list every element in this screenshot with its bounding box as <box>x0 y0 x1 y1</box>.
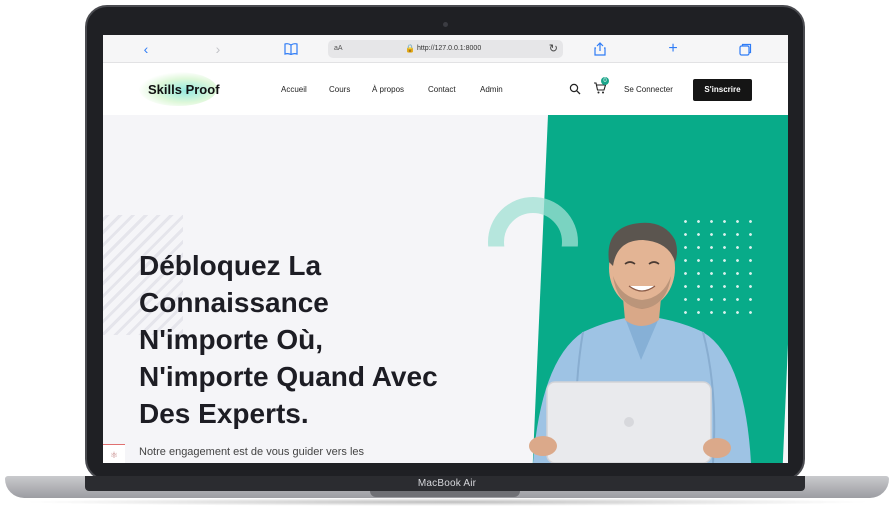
site-logo[interactable]: Skills Proof <box>135 66 235 112</box>
hero-subtitle: Notre engagement est de vous guider vers… <box>139 446 365 458</box>
headline-line: N'importe Où, <box>139 324 323 355</box>
hero-headline: Débloquez La Connaissance N'importe Où, … <box>139 247 559 432</box>
browser-toolbar: ‹ › aA 🔒 http://127.0.0.1:8000 ↻ + <box>103 35 788 63</box>
laptop-notch <box>370 491 520 497</box>
hero-section: Débloquez La Connaissance N'importe Où, … <box>103 115 788 463</box>
site-header: Skills Proof Accueil Cours À propos Cont… <box>103 63 788 115</box>
device-label: MacBook Air <box>417 478 477 489</box>
text-size-button[interactable]: aA <box>334 45 343 52</box>
headline-line: Connaissance <box>139 287 329 318</box>
nav-link-cours[interactable]: Cours <box>329 85 350 94</box>
nav-link-contact[interactable]: Contact <box>428 85 456 94</box>
camera-icon <box>443 22 448 27</box>
headline-line: Des Experts. <box>139 398 309 429</box>
login-link[interactable]: Se Connecter <box>624 85 673 94</box>
floating-widget-icon[interactable]: ⚛ <box>103 444 125 463</box>
nav-link-a-propos[interactable]: À propos <box>372 85 404 94</box>
lock-icon: 🔒 <box>405 44 415 53</box>
signup-button[interactable]: S'inscrire <box>693 79 752 101</box>
url-text[interactable]: http://127.0.0.1:8000 <box>417 45 481 52</box>
nav-link-accueil[interactable]: Accueil <box>281 85 307 94</box>
nav-link-admin[interactable]: Admin <box>480 85 503 94</box>
back-icon[interactable]: ‹ <box>137 40 155 58</box>
search-icon[interactable] <box>569 82 581 95</box>
cart-count-badge: 0 <box>601 77 609 85</box>
logo-text: Skills Proof <box>148 82 220 97</box>
bookmarks-icon[interactable] <box>282 40 300 58</box>
device-mockup: ‹ › aA 🔒 http://127.0.0.1:8000 ↻ + Skill… <box>0 0 894 514</box>
share-icon[interactable] <box>591 40 609 58</box>
reload-icon[interactable]: ↻ <box>549 42 558 55</box>
browser-screen: ‹ › aA 🔒 http://127.0.0.1:8000 ↻ + Skill… <box>103 35 788 463</box>
address-bar[interactable]: aA 🔒 http://127.0.0.1:8000 ↻ <box>328 40 563 58</box>
new-tab-icon[interactable]: + <box>664 40 682 58</box>
headline-line: Débloquez La <box>139 250 322 281</box>
forward-icon[interactable]: › <box>209 40 227 58</box>
laptop-shadow <box>20 498 874 506</box>
headline-line: N'importe Quand Avec <box>139 361 438 392</box>
tabs-icon[interactable] <box>736 40 754 58</box>
